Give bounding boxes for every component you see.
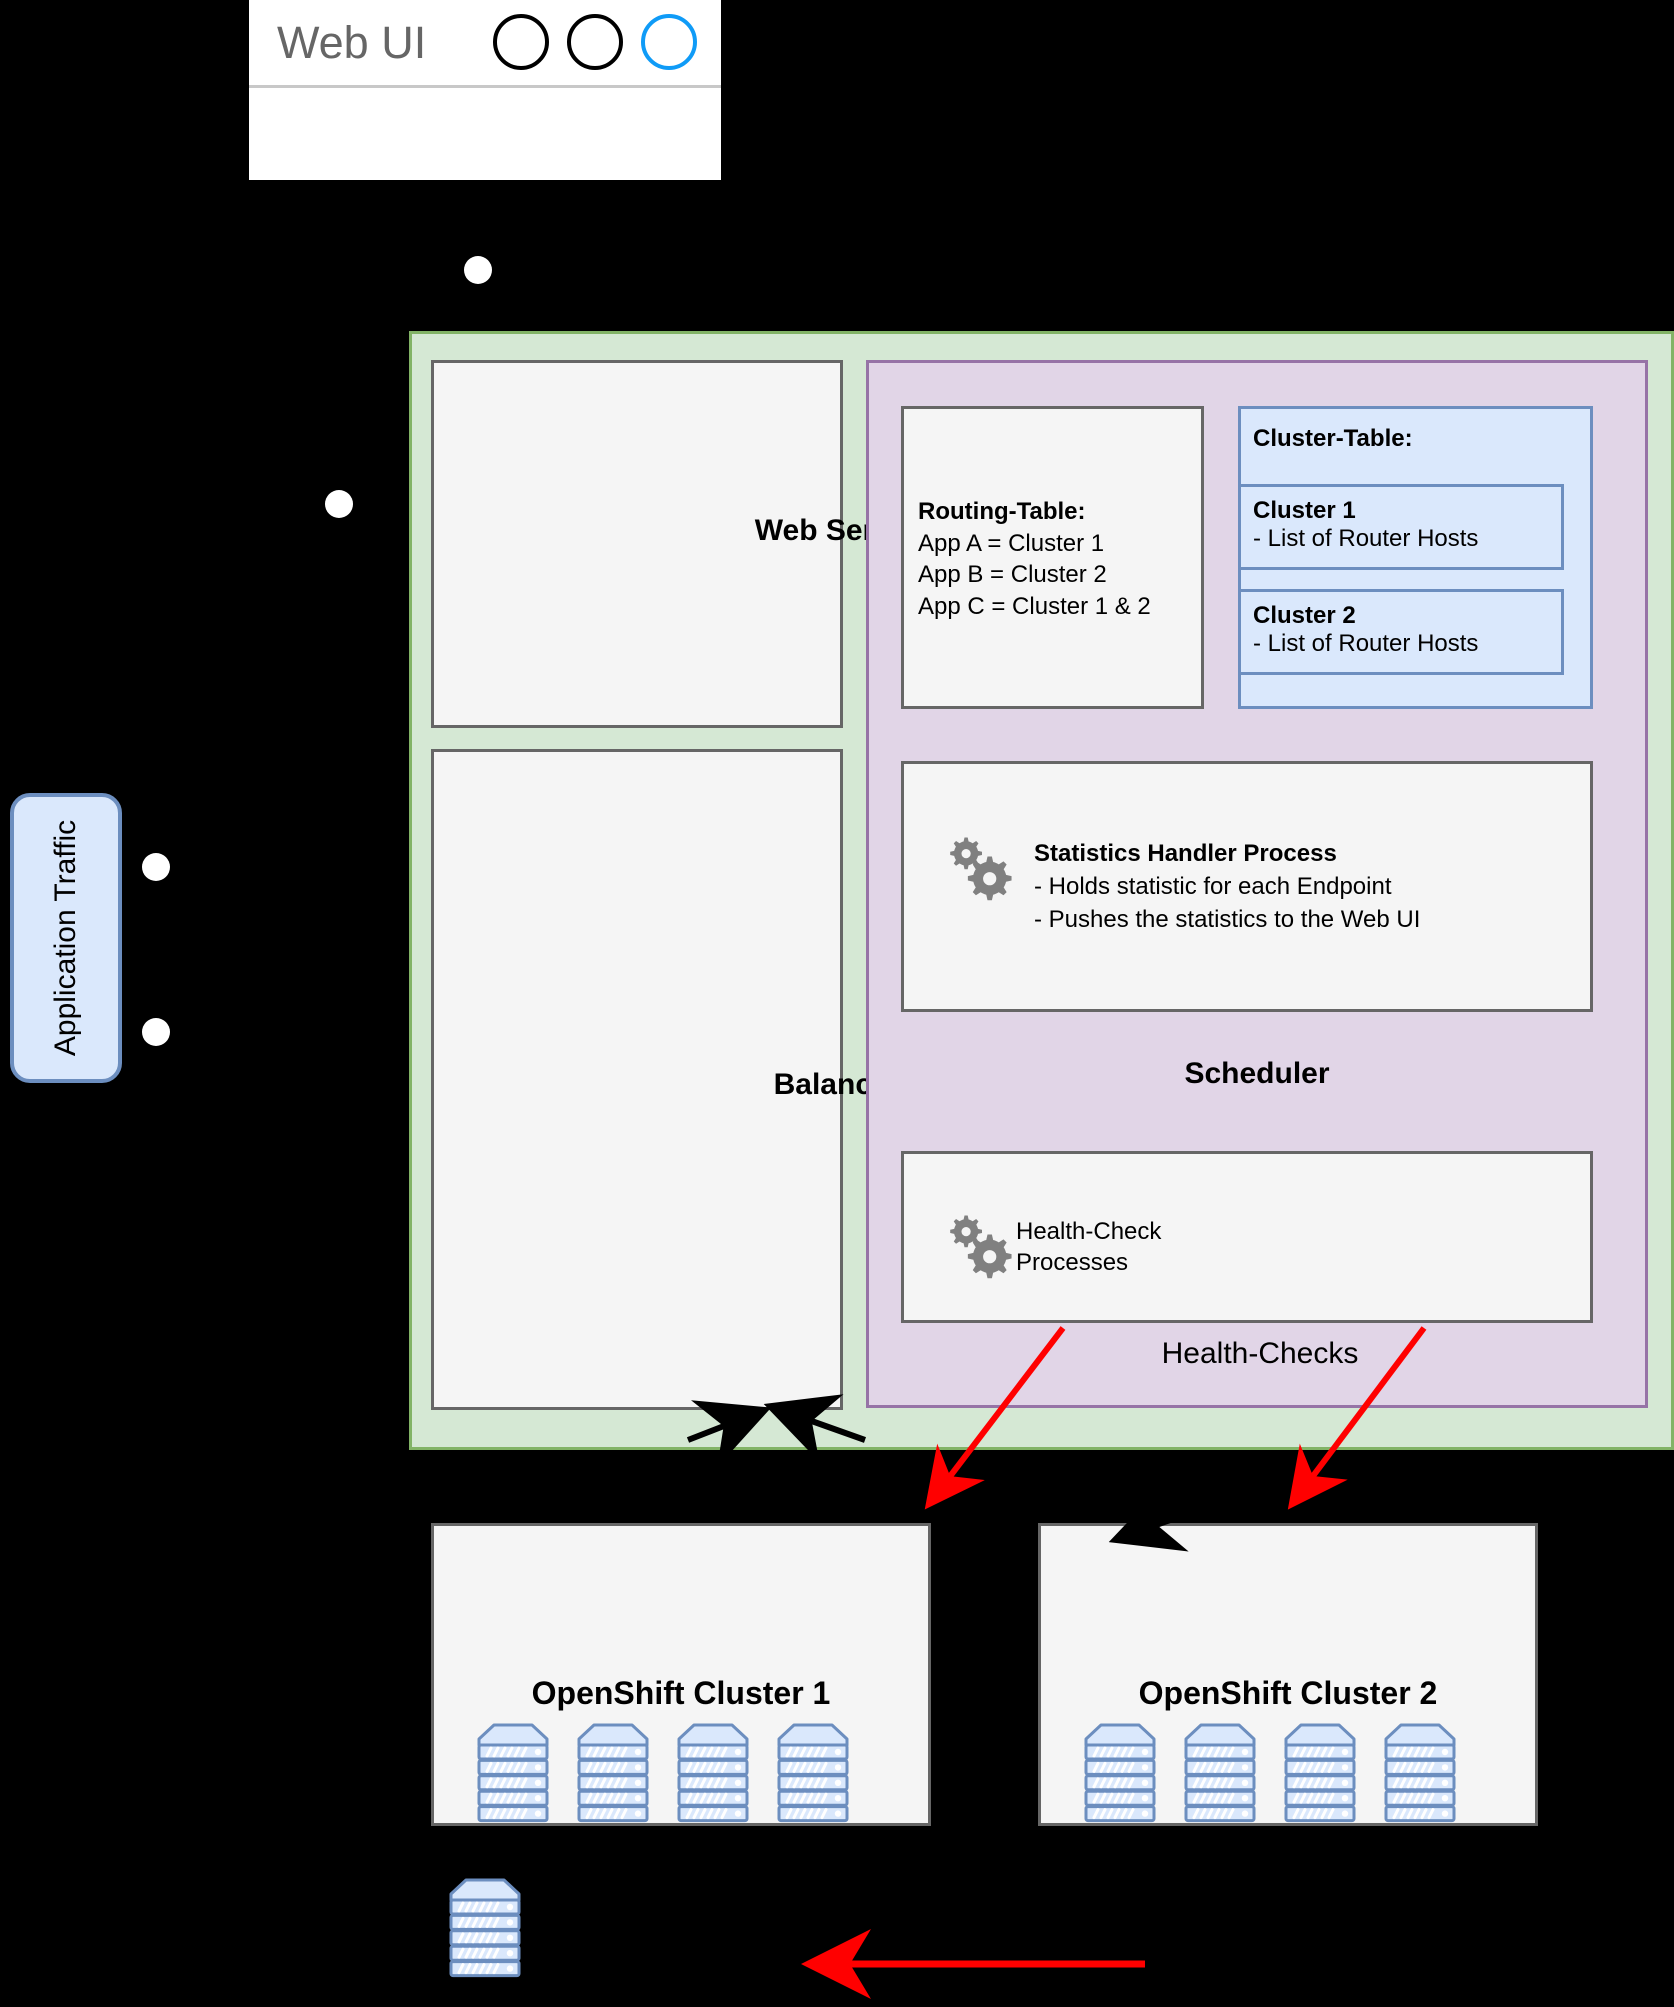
health-check-content: Health-Check Processes — [1016, 1216, 1161, 1278]
server-rack-icon — [677, 1723, 749, 1823]
server-rack-icon — [1284, 1723, 1356, 1823]
cluster-entry-2-desc: - List of Router Hosts — [1253, 630, 1479, 658]
endpoint-dot-traffic-2[interactable] — [142, 1018, 170, 1046]
cluster-2-server-racks — [1083, 1723, 1457, 1828]
gears-icon — [940, 835, 1016, 906]
application-traffic-box[interactable]: Application Traffic — [10, 793, 122, 1083]
server-rack — [576, 1723, 650, 1828]
web-ui-window[interactable]: Web UI — [249, 0, 721, 180]
routing-table-row-1: App B = Cluster 2 — [918, 561, 1107, 589]
server-rack — [1383, 1723, 1457, 1828]
statistics-handler-content: Statistics Handler Process - Holds stati… — [1034, 838, 1420, 937]
web-ui-content-area — [249, 88, 721, 180]
window-circle-button-3[interactable] — [641, 14, 697, 70]
routing-table-row-0: App A = Cluster 1 — [918, 529, 1105, 557]
health-checks-label: Health-Checks — [1161, 1337, 1359, 1370]
cluster-table-title: Cluster-Table: — [1253, 425, 1413, 452]
server-rack — [1083, 1723, 1157, 1828]
endpoint-dot-web-server[interactable] — [325, 490, 353, 518]
cluster-entry-1-name: Cluster 1 — [1253, 497, 1356, 524]
routing-table-content: Routing-Table: App A = Cluster 1 App B =… — [918, 496, 1208, 623]
server-rack-icon — [449, 1878, 521, 1978]
server-rack — [776, 1723, 850, 1828]
server-rack — [1183, 1723, 1257, 1828]
statistics-handler-bullet-0: - Holds statistic for each Endpoint — [1034, 872, 1392, 900]
cluster-table-entry-2: Cluster 2 - List of Router Hosts — [1238, 589, 1564, 675]
cluster-entry-2-name: Cluster 2 — [1253, 602, 1356, 629]
statistics-handler-bullet-1: - Pushes the statistics to the Web UI — [1034, 905, 1421, 933]
openshift-cluster-2-label: OpenShift Cluster 2 — [1138, 1675, 1438, 1711]
server-rack — [676, 1723, 750, 1828]
endpoint-dot-traffic-1[interactable] — [142, 853, 170, 881]
routing-table-title: Routing-Table: — [918, 498, 1086, 525]
cluster-table-entry-1: Cluster 1 - List of Router Hosts — [1238, 484, 1564, 570]
server-rack-icon — [1384, 1723, 1456, 1823]
health-check-title-line-2: Processes — [1016, 1249, 1129, 1277]
window-circle-button-1[interactable] — [493, 14, 549, 70]
scheduler-label: Scheduler — [1184, 1057, 1330, 1090]
cluster-1-server-racks — [476, 1723, 850, 1828]
openshift-cluster-1-label: OpenShift Cluster 1 — [531, 1675, 831, 1711]
routing-table-row-2: App C = Cluster 1 & 2 — [918, 593, 1151, 621]
web-ui-titlebar: Web UI — [249, 0, 721, 88]
endpoint-dot-web-ui[interactable] — [464, 256, 492, 284]
cluster-entry-1-desc: - List of Router Hosts — [1253, 525, 1479, 553]
health-check-title-line-1: Health-Check — [1016, 1218, 1162, 1245]
web-ui-title: Web UI — [277, 17, 427, 68]
server-rack-icon — [1084, 1723, 1156, 1823]
window-circle-button-2[interactable] — [567, 14, 623, 70]
server-rack — [476, 1723, 550, 1828]
legend-server-rack — [448, 1878, 522, 1983]
server-rack — [1283, 1723, 1357, 1828]
server-rack-icon — [577, 1723, 649, 1823]
statistics-handler-title: Statistics Handler Process — [1034, 840, 1337, 867]
server-rack-icon — [777, 1723, 849, 1823]
server-rack-icon — [477, 1723, 549, 1823]
server-rack-icon — [1184, 1723, 1256, 1823]
diagram-canvas: Web UI Web Server Balancer Scheduler Rou… — [0, 0, 1674, 2007]
gears-icon — [940, 1213, 1016, 1284]
application-traffic-label: Application Traffic — [49, 819, 82, 1057]
